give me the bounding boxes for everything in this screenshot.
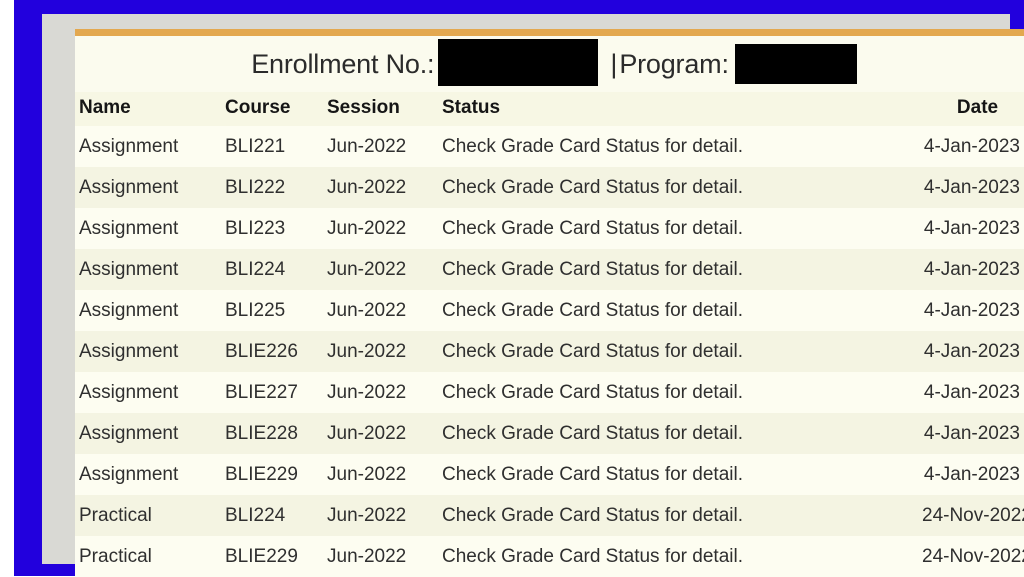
cell-name: Assignment: [75, 167, 225, 208]
cell-course: BLIE229: [225, 454, 327, 495]
cell-status: Check Grade Card Status for detail.: [442, 536, 922, 577]
cell-date: 24-Nov-2022: [922, 495, 1024, 536]
cell-status: Check Grade Card Status for detail.: [442, 372, 922, 413]
window-bevel: Enrollment No.: | Program: Name Course S…: [42, 14, 1024, 577]
cell-course: BLIE226: [225, 331, 327, 372]
column-header-name[interactable]: Name: [75, 92, 225, 126]
cell-date: 24-Nov-2022: [922, 536, 1024, 577]
table-row[interactable]: Assignment BLI225 Jun-2022 Check Grade Card…: [75, 290, 1024, 331]
blue-border-frame: Enrollment No.: | Program: Name Course S…: [14, 0, 1024, 577]
cell-date: 4-Jan-2023: [922, 208, 1024, 249]
cell-date: 4-Jan-2023: [922, 454, 1024, 495]
cell-status: Check Grade Card Status for detail.: [442, 495, 922, 536]
cell-session: Jun-2022: [327, 167, 442, 208]
table-head: Name Course Session Status Date: [75, 92, 1024, 126]
student-info-header: Enrollment No.: | Program:: [75, 36, 1024, 92]
column-header-status[interactable]: Status: [442, 92, 922, 126]
cell-name: Assignment: [75, 331, 225, 372]
cell-course: BLIE227: [225, 372, 327, 413]
table-row[interactable]: Assignment BLI224 Jun-2022 Check Grade Card…: [75, 249, 1024, 290]
column-header-session[interactable]: Session: [327, 92, 442, 126]
cell-course: BLI225: [225, 290, 327, 331]
table-row[interactable]: Practical BLIE229 Jun-2022 Check Grade Card…: [75, 536, 1024, 577]
table-row[interactable]: Assignment BLI222 Jun-2022 Check Grade Card…: [75, 167, 1024, 208]
cell-status: Check Grade Card Status for detail.: [442, 413, 922, 454]
cell-name: Assignment: [75, 413, 225, 454]
cell-name: Practical: [75, 536, 225, 577]
cell-date: 4-Jan-2023: [922, 290, 1024, 331]
table-row[interactable]: Assignment BLIE228 Jun-2022 Check Grade Car…: [75, 413, 1024, 454]
assignment-status-table: Name Course Session Status Date Assignme…: [75, 92, 1024, 577]
program-label: Program:: [619, 48, 729, 79]
cell-date: 4-Jan-2023: [922, 331, 1024, 372]
cell-course: BLI221: [225, 126, 327, 167]
page-content: Enrollment No.: | Program: Name Course S…: [75, 29, 1024, 577]
table-row[interactable]: Assignment BLIE226 Jun-2022 Check Grade Car…: [75, 331, 1024, 372]
cell-session: Jun-2022: [327, 290, 442, 331]
cell-name: Assignment: [75, 290, 225, 331]
cell-course: BLIE229: [225, 536, 327, 577]
table-body: Assignment BLI221 Jun-2022 Check Grade Card…: [75, 126, 1024, 577]
cell-name: Assignment: [75, 126, 225, 167]
header-separator: |: [610, 48, 618, 79]
cell-name: Assignment: [75, 454, 225, 495]
cell-session: Jun-2022: [327, 536, 442, 577]
cell-session: Jun-2022: [327, 249, 442, 290]
cell-status: Check Grade Card Status for detail.: [442, 167, 922, 208]
cell-course: BLI224: [225, 249, 327, 290]
cell-date: 4-Jan-2023: [922, 413, 1024, 454]
accent-top-bar: [75, 29, 1024, 36]
table-row[interactable]: Assignment BLI223 Jun-2022 Check Grade Card…: [75, 208, 1024, 249]
cell-status: Check Grade Card Status for detail.: [442, 290, 922, 331]
cell-name: Assignment: [75, 208, 225, 249]
cell-date: 4-Jan-2023: [922, 126, 1024, 167]
cell-session: Jun-2022: [327, 331, 442, 372]
cell-course: BLI223: [225, 208, 327, 249]
cell-status: Check Grade Card Status for detail.: [442, 331, 922, 372]
cell-session: Jun-2022: [327, 372, 442, 413]
column-header-date[interactable]: Date: [922, 92, 1024, 126]
cell-name: Assignment: [75, 249, 225, 290]
cell-session: Jun-2022: [327, 126, 442, 167]
column-header-course[interactable]: Course: [225, 92, 327, 126]
enrollment-number-redaction: [438, 38, 599, 86]
cell-course: BLI224: [225, 495, 327, 536]
cell-name: Assignment: [75, 372, 225, 413]
table-row[interactable]: Assignment BLIE229 Jun-2022 Check Grade Car…: [75, 454, 1024, 495]
cell-session: Jun-2022: [327, 495, 442, 536]
cell-date: 4-Jan-2023: [922, 372, 1024, 413]
cell-name: Practical: [75, 495, 225, 536]
cell-status: Check Grade Card Status for detail.: [442, 249, 922, 290]
cell-date: 4-Jan-2023: [922, 167, 1024, 208]
cell-status: Check Grade Card Status for detail.: [442, 126, 922, 167]
cell-session: Jun-2022: [327, 413, 442, 454]
cell-status: Check Grade Card Status for detail.: [442, 208, 922, 249]
table-header-row: Name Course Session Status Date: [75, 92, 1024, 126]
table-row[interactable]: Practical BLI224 Jun-2022 Check Grade Card …: [75, 495, 1024, 536]
enrollment-label: Enrollment No.:: [251, 48, 435, 79]
table-row[interactable]: Assignment BLI221 Jun-2022 Check Grade Card…: [75, 126, 1024, 167]
cell-course: BLI222: [225, 167, 327, 208]
table-row[interactable]: Assignment BLIE227 Jun-2022 Check Grade Car…: [75, 372, 1024, 413]
cell-session: Jun-2022: [327, 208, 442, 249]
cell-course: BLIE228: [225, 413, 327, 454]
cell-session: Jun-2022: [327, 454, 442, 495]
cell-status: Check Grade Card Status for detail.: [442, 454, 922, 495]
program-redaction: [734, 44, 857, 84]
cell-date: 4-Jan-2023: [922, 249, 1024, 290]
screenshot-root: Enrollment No.: | Program: Name Course S…: [0, 0, 1024, 577]
